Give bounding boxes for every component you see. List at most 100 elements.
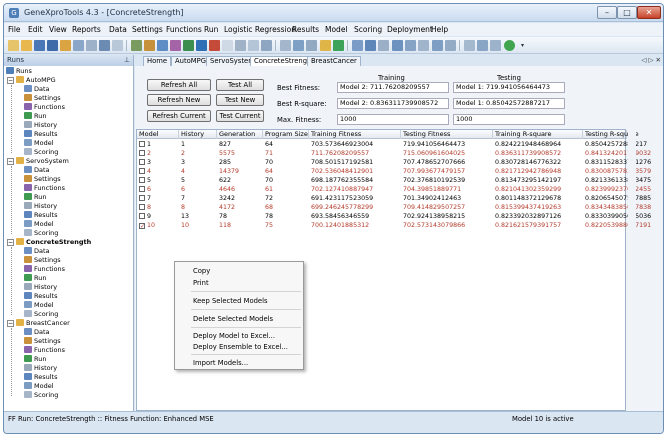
row-checkbox[interactable]: [139, 141, 145, 147]
tab-breastcancer[interactable]: BreastCancer: [307, 56, 361, 66]
test-current-button[interactable]: Test Current: [216, 110, 264, 122]
menu-edit[interactable]: Edit: [28, 25, 43, 34]
test-new-button[interactable]: Test New: [216, 94, 264, 106]
menu-run[interactable]: Run: [204, 25, 218, 34]
list-icon[interactable]: [306, 40, 317, 51]
refresh-all-button[interactable]: Refresh All: [147, 79, 211, 91]
menu-scoring[interactable]: Scoring: [354, 25, 382, 34]
tree-group-concretestrength[interactable]: ConcreteStrength: [16, 238, 91, 247]
tree-item-results[interactable]: Results: [24, 373, 57, 382]
open-folder-icon[interactable]: [21, 40, 32, 51]
tree-item-data[interactable]: Data: [24, 85, 50, 94]
column-header-testing-r-square[interactable]: Testing R-square: [583, 130, 639, 139]
data-icon[interactable]: [131, 40, 142, 51]
model-icon[interactable]: [352, 40, 363, 51]
tree-group-breastcancer[interactable]: BreastCancer: [16, 319, 70, 328]
functions-icon[interactable]: [157, 40, 168, 51]
column-header-generation[interactable]: Generation: [217, 130, 263, 139]
pin-icon[interactable]: ⊥: [124, 55, 130, 66]
tree-item-run[interactable]: Run: [24, 112, 46, 121]
code-icon[interactable]: [392, 40, 403, 51]
table-row[interactable]: ✓ 10 10 118 75 700.12401885312 702.57314307986…: [137, 221, 651, 230]
collapse-toggle[interactable]: −: [7, 77, 14, 84]
tree-item-data[interactable]: Data: [24, 247, 50, 256]
table-row[interactable]: 6 6 4646 61 702.127410887947 704.39851889771 0…: [137, 185, 651, 194]
play-icon[interactable]: [333, 40, 344, 51]
menu-item-copy[interactable]: Copy: [193, 267, 210, 275]
tree-item-scoring[interactable]: Scoring: [24, 391, 58, 400]
row-checkbox[interactable]: [139, 195, 145, 201]
layout-icon[interactable]: [432, 40, 443, 51]
tab-autompg[interactable]: AutoMPG: [171, 56, 211, 66]
menu-settings[interactable]: Settings: [132, 25, 163, 34]
menu-help[interactable]: Help: [431, 25, 448, 34]
tree-item-scoring[interactable]: Scoring: [24, 148, 58, 157]
report-icon[interactable]: [248, 40, 259, 51]
table-row[interactable]: 4 4 14379 64 702.536048412901 707.99367747915…: [137, 167, 651, 176]
tree-item-functions[interactable]: Functions: [24, 103, 65, 112]
tile-icon[interactable]: [464, 40, 475, 51]
tree-item-scoring[interactable]: Scoring: [24, 310, 58, 319]
table-row[interactable]: 7 7 3242 72 691.423117523059 701.34902412463 0…: [137, 194, 651, 203]
column-header-model[interactable]: Model: [137, 130, 179, 139]
menu-item-deploy-model-to-excel[interactable]: Deploy Model to Excel...: [193, 332, 275, 340]
row-checkbox[interactable]: [139, 204, 145, 210]
tree-item-data[interactable]: Data: [24, 166, 50, 175]
preview-icon[interactable]: [112, 40, 123, 51]
tree-item-model[interactable]: Model: [24, 220, 54, 229]
minimize-button[interactable]: –: [597, 6, 617, 19]
tree-item-model[interactable]: Model: [24, 301, 54, 310]
table-row[interactable]: 3 3 285 70 708.501517192581 707.478652707666 0…: [137, 158, 651, 167]
refresh-new-button[interactable]: Refresh New: [147, 94, 211, 106]
tree-item-functions[interactable]: Functions: [24, 265, 65, 274]
menu-file[interactable]: File: [8, 25, 21, 34]
toolbar-overflow-icon[interactable]: ▾: [517, 40, 528, 51]
tree-item-results[interactable]: Results: [24, 130, 57, 139]
histogram-icon[interactable]: [293, 40, 304, 51]
maximize-button[interactable]: □: [617, 6, 637, 19]
tree-item-run[interactable]: Run: [24, 193, 46, 202]
row-checkbox[interactable]: [139, 177, 145, 183]
tree-item-settings[interactable]: Settings: [24, 337, 61, 346]
row-checkbox[interactable]: [139, 186, 145, 192]
doc-icon[interactable]: [418, 40, 429, 51]
menu-functions[interactable]: Functions: [166, 25, 202, 34]
stop-icon[interactable]: [209, 40, 220, 51]
window-icon[interactable]: [445, 40, 456, 51]
tree-item-model[interactable]: Model: [24, 382, 54, 391]
save-icon[interactable]: [34, 40, 45, 51]
tree-root-runs[interactable]: Runs: [6, 67, 32, 76]
tree-item-scoring[interactable]: Scoring: [24, 229, 58, 238]
tree-group-autompg[interactable]: AutoMPG: [16, 76, 56, 85]
connect-icon[interactable]: [365, 40, 376, 51]
menu-model[interactable]: Model: [325, 25, 348, 34]
menu-reports[interactable]: Reports: [72, 25, 101, 34]
globe-icon[interactable]: [196, 40, 207, 51]
row-checkbox[interactable]: [139, 213, 145, 219]
sheet-icon[interactable]: [405, 40, 416, 51]
tree-item-settings[interactable]: Settings: [24, 94, 61, 103]
tree-icon[interactable]: [183, 40, 194, 51]
test-all-button[interactable]: Test All: [216, 79, 264, 91]
cascade-icon[interactable]: [477, 40, 488, 51]
tree-item-model[interactable]: Model: [24, 139, 54, 148]
row-checkbox[interactable]: [139, 168, 145, 174]
row-checkbox[interactable]: [139, 150, 145, 156]
panel-icon[interactable]: [490, 40, 501, 51]
tab-navigation-icons[interactable]: ◁ ▷ ✕: [641, 56, 661, 64]
collapse-toggle[interactable]: −: [7, 320, 14, 327]
settings-icon[interactable]: [144, 40, 155, 51]
collapse-toggle[interactable]: −: [7, 239, 14, 246]
grid-vertical-scrollbar[interactable]: [628, 129, 636, 411]
save-all-icon[interactable]: [47, 40, 58, 51]
run-icon[interactable]: [320, 40, 331, 51]
column-header-testing-fitness[interactable]: Testing Fitness: [401, 130, 493, 139]
help-icon[interactable]: [504, 40, 515, 51]
refresh-current-button[interactable]: Refresh Current: [147, 110, 211, 122]
menu-item-import-models[interactable]: Import Models...: [193, 359, 248, 367]
tree-item-history[interactable]: History: [24, 202, 57, 211]
tree-item-results[interactable]: Results: [24, 211, 57, 220]
chart-icon[interactable]: [170, 40, 181, 51]
menu-item-keep-selected-models[interactable]: Keep Selected Models: [193, 297, 268, 305]
tree-item-history[interactable]: History: [24, 364, 57, 373]
